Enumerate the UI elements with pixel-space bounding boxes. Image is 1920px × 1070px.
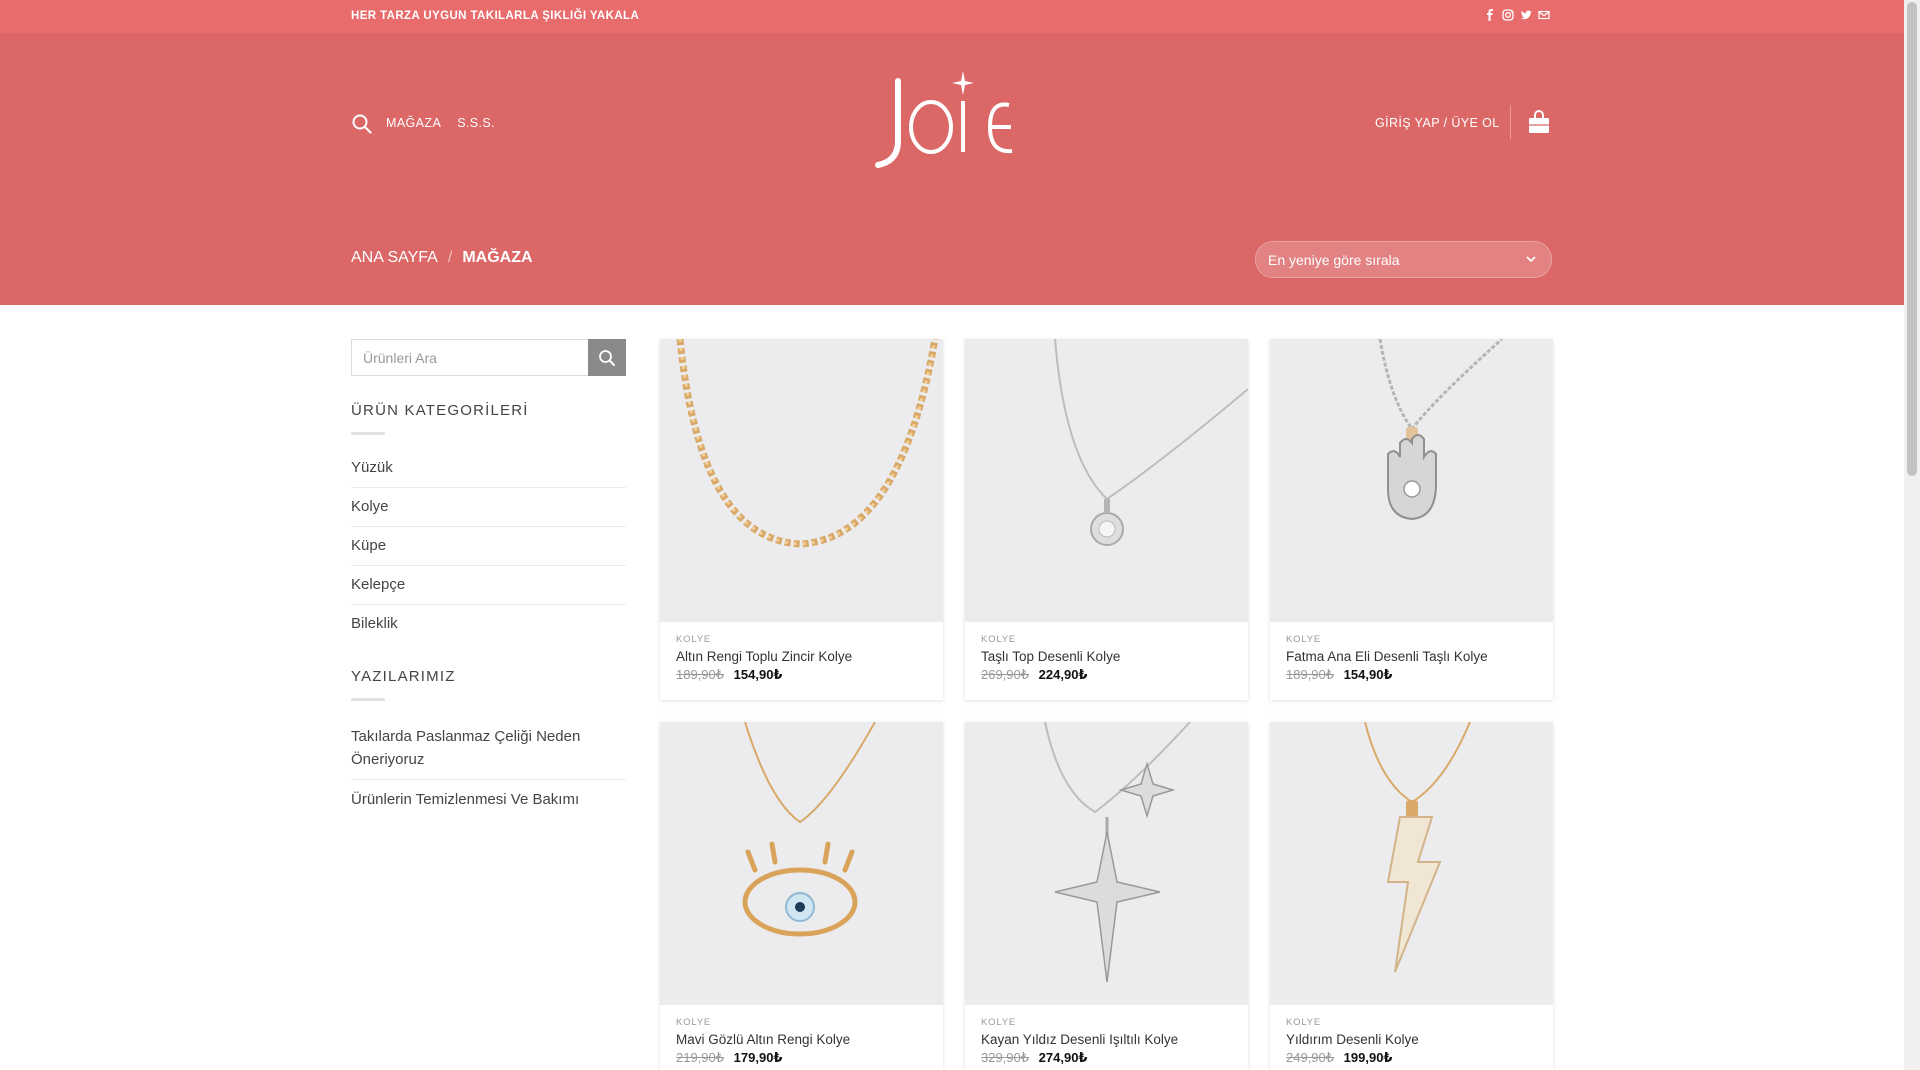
categories-heading: ÜRÜN KATEGORİLERİ <box>351 402 529 419</box>
chevron-down-icon <box>1526 256 1536 263</box>
login-register-link[interactable]: GİRİŞ YAP / ÜYE OL <box>1375 116 1500 130</box>
sale-price: 179,90₺ <box>733 1050 783 1065</box>
product-image[interactable] <box>660 339 943 622</box>
breadcrumb: ANA SAYFA / MAĞAZA <box>351 249 533 267</box>
product-title[interactable]: Fatma Ana Eli Desenli Taşlı Kolye <box>1286 649 1488 664</box>
breadcrumb-home[interactable]: ANA SAYFA <box>351 249 438 267</box>
scrollbar-thumb[interactable] <box>1907 2 1917 476</box>
search-icon <box>599 349 615 366</box>
category-list: Yüzük Kolye Küpe Kelepçe Bileklik <box>351 449 626 644</box>
announcement-text: HER TARZA UYGUN TAKILARLA ŞIKLIĞI YAKALA <box>351 10 640 22</box>
product-image[interactable] <box>965 722 1248 1005</box>
old-price: 189,90₺ <box>1286 667 1335 682</box>
product-card[interactable]: KOLYE Mavi Gözlü Altın Rengi Kolye 219,9… <box>660 722 943 1070</box>
brand-logo[interactable] <box>866 63 1036 173</box>
search-icon[interactable] <box>351 113 373 135</box>
product-title[interactable]: Yıldırım Desenli Kolye <box>1286 1032 1419 1047</box>
header-divider <box>1510 105 1511 139</box>
product-image[interactable] <box>1270 339 1553 622</box>
posts-list: Takılarda Paslanmaz Çeliği Neden Öneriyo… <box>351 723 626 819</box>
product-price: 189,90₺ 154,90₺ <box>1286 667 1392 683</box>
product-title[interactable]: Mavi Gözlü Altın Rengi Kolye <box>676 1032 850 1047</box>
sale-price: 274,90₺ <box>1038 1050 1088 1065</box>
product-card[interactable]: KOLYE Fatma Ana Eli Desenli Taşlı Kolye … <box>1270 339 1553 700</box>
product-image[interactable] <box>965 339 1248 622</box>
top-announcement-bar: HER TARZA UYGUN TAKILARLA ŞIKLIĞI YAKALA <box>0 0 1904 33</box>
product-search-input[interactable] <box>352 340 588 375</box>
product-card[interactable]: KOLYE Kayan Yıldız Desenli Işıltılı Koly… <box>965 722 1248 1070</box>
social-links <box>1484 9 1550 21</box>
product-card[interactable]: KOLYE Yıldırım Desenli Kolye 249,90₺ 199… <box>1270 722 1553 1070</box>
product-price: 189,90₺ 154,90₺ <box>676 667 782 683</box>
old-price: 269,90₺ <box>981 667 1030 682</box>
product-price: 329,90₺ 274,90₺ <box>981 1050 1087 1066</box>
breadcrumb-current: MAĞAZA <box>462 249 533 266</box>
posts-heading: YAZILARIMIZ <box>351 668 456 685</box>
heading-divider <box>351 698 385 701</box>
category-item-yuzuk[interactable]: Yüzük <box>351 449 626 488</box>
sale-price: 154,90₺ <box>733 667 783 682</box>
product-image[interactable] <box>1270 722 1553 1005</box>
post-link[interactable]: Takılarda Paslanmaz Çeliği Neden Öneriyo… <box>351 723 626 780</box>
product-category: KOLYE <box>981 1017 1016 1028</box>
product-category: KOLYE <box>676 634 711 645</box>
category-item-bileklik[interactable]: Bileklik <box>351 605 626 644</box>
old-price: 329,90₺ <box>981 1050 1030 1065</box>
product-card[interactable]: KOLYE Taşlı Top Desenli Kolye 269,90₺ 22… <box>965 339 1248 700</box>
breadcrumb-separator: / <box>447 249 453 266</box>
product-price: 269,90₺ 224,90₺ <box>981 667 1087 683</box>
product-category: KOLYE <box>1286 634 1321 645</box>
email-icon[interactable] <box>1538 9 1550 21</box>
product-title[interactable]: Kayan Yıldız Desenli Işıltılı Kolye <box>981 1032 1178 1047</box>
product-price: 219,90₺ 179,90₺ <box>676 1050 782 1066</box>
product-price: 249,90₺ 199,90₺ <box>1286 1050 1392 1066</box>
shopping-bag-icon[interactable] <box>1527 109 1551 135</box>
main-nav: MAĞAZA S.S.S. <box>386 116 495 130</box>
heading-divider <box>351 432 385 435</box>
sort-dropdown[interactable]: En yeniye göre sırala <box>1255 241 1552 278</box>
nav-item-magaza[interactable]: MAĞAZA <box>386 116 441 130</box>
facebook-icon[interactable] <box>1484 9 1496 21</box>
sale-price: 154,90₺ <box>1343 667 1393 682</box>
product-title[interactable]: Taşlı Top Desenli Kolye <box>981 649 1120 664</box>
category-item-kolye[interactable]: Kolye <box>351 488 626 527</box>
search-submit-button[interactable] <box>588 339 626 376</box>
post-link[interactable]: Ürünlerin Temizlenmesi Ve Bakımı <box>351 780 626 819</box>
twitter-icon[interactable] <box>1520 9 1532 21</box>
old-price: 189,90₺ <box>676 667 725 682</box>
sort-selected-value: En yeniye göre sırala <box>1268 252 1400 268</box>
product-category: KOLYE <box>981 634 1016 645</box>
product-search <box>351 339 626 376</box>
site-header: MAĞAZA S.S.S. GİRİŞ YAP / ÜYE OL ANA SAY… <box>0 33 1904 305</box>
sale-price: 224,90₺ <box>1038 667 1088 682</box>
category-item-kelepce[interactable]: Kelepçe <box>351 566 626 605</box>
product-title[interactable]: Altın Rengi Toplu Zincir Kolye <box>676 649 852 664</box>
old-price: 249,90₺ <box>1286 1050 1335 1065</box>
product-card[interactable]: KOLYE Altın Rengi Toplu Zincir Kolye 189… <box>660 339 943 700</box>
sale-price: 199,90₺ <box>1343 1050 1393 1065</box>
product-category: KOLYE <box>1286 1017 1321 1028</box>
old-price: 219,90₺ <box>676 1050 725 1065</box>
nav-item-sss[interactable]: S.S.S. <box>457 116 495 130</box>
category-item-kupe[interactable]: Küpe <box>351 527 626 566</box>
product-image[interactable] <box>660 722 943 1005</box>
product-category: KOLYE <box>676 1017 711 1028</box>
instagram-icon[interactable] <box>1502 9 1514 21</box>
